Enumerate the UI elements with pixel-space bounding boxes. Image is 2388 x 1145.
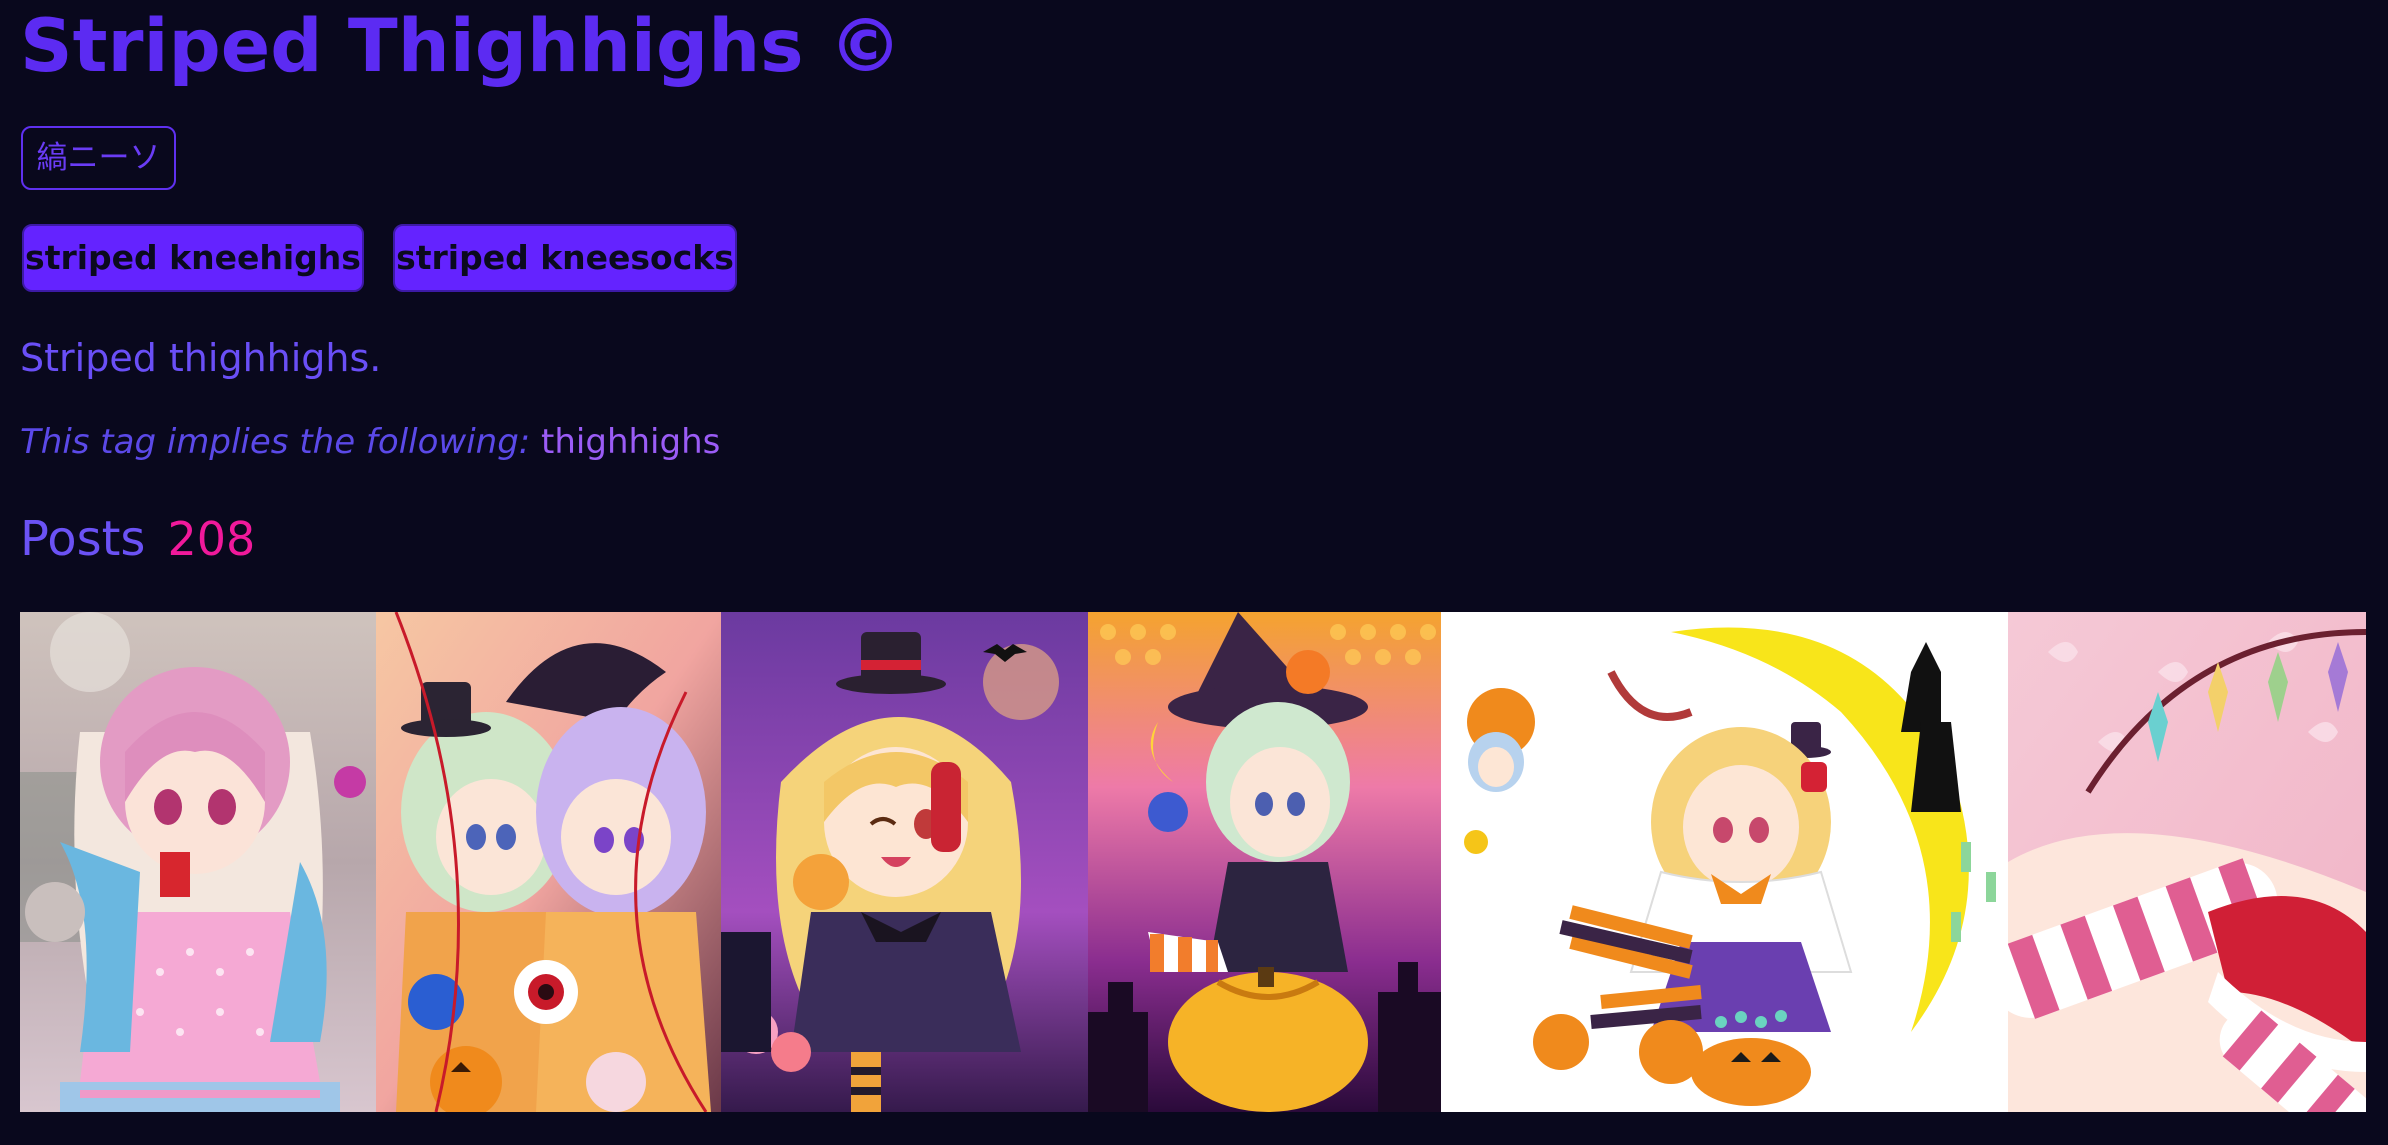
tag-description: Striped thighhighs. (20, 336, 382, 380)
post-thumbnail-5[interactable] (1441, 612, 2008, 1112)
tag-page: Striped Thighhighs © 縞ニーソ striped kneehi… (0, 0, 2388, 1145)
image-thumbnail-icon (376, 612, 721, 1112)
japanese-name-badge[interactable]: 縞ニーソ (21, 126, 176, 190)
post-thumbnail-6[interactable] (2008, 612, 2366, 1112)
tag-title: Striped Thighhighs © (20, 4, 903, 89)
posts-count: 208 (167, 512, 256, 566)
thumbnail-gallery (20, 612, 2366, 1112)
implied-tag-link[interactable]: thighhighs (541, 422, 720, 462)
posts-heading-label: Posts (20, 511, 146, 567)
post-thumbnail-1[interactable] (20, 612, 376, 1112)
implies-label: This tag implies the following: (20, 422, 531, 462)
alias-button-striped-kneehighs[interactable]: striped kneehighs (22, 224, 364, 292)
alias-button-striped-kneesocks[interactable]: striped kneesocks (393, 224, 737, 292)
image-thumbnail-icon (1441, 612, 2008, 1112)
post-thumbnail-3[interactable] (721, 612, 1088, 1112)
image-thumbnail-icon (20, 612, 376, 1112)
posts-heading: Posts 208 (20, 508, 255, 570)
post-thumbnail-4[interactable] (1088, 612, 1441, 1112)
image-thumbnail-icon (1088, 612, 1441, 1112)
image-thumbnail-icon (2008, 612, 2366, 1112)
image-thumbnail-icon (721, 612, 1088, 1112)
post-thumbnail-2[interactable] (376, 612, 721, 1112)
implied-tags: This tag implies the following: thighhig… (20, 418, 720, 466)
